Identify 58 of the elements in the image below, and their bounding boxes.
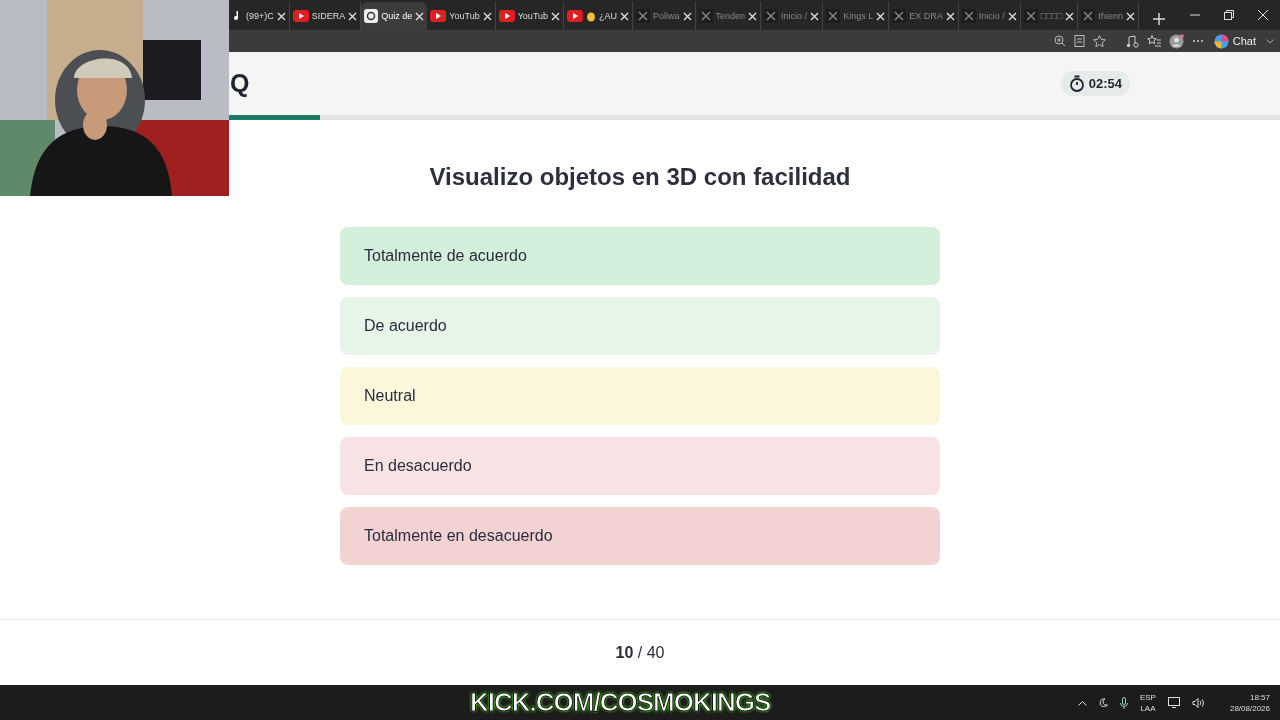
favorites-icon[interactable] [1146,35,1161,47]
x-mark-icon [961,9,976,23]
close-icon[interactable] [1258,10,1268,20]
copilot-icon [1213,33,1229,49]
close-icon[interactable] [276,11,286,21]
chevron-down-icon[interactable] [1266,38,1274,44]
quiz-icon [364,9,379,23]
more-icon[interactable] [1191,39,1204,43]
answer-option[interactable]: Neutral [340,367,940,425]
language-indicator[interactable]: ESP LAA [1139,691,1156,714]
logo-letter: Q [230,69,250,98]
clock[interactable]: 18:57 28/08/2026 [1229,691,1270,714]
play-icon [430,10,447,22]
close-icon[interactable] [620,11,630,21]
answer-option[interactable]: Totalmente en desacuerdo [340,507,940,565]
moon-icon[interactable] [1098,698,1108,707]
stream-overlay-text: KICK.COM/COSMOKINGS [470,687,771,718]
new-tab-icon[interactable] [1152,13,1165,25]
close-icon[interactable] [945,11,955,21]
close-icon[interactable] [348,11,358,21]
answer-option[interactable]: De acuerdo [340,297,940,355]
x-mark-icon [826,9,841,23]
zoom-icon[interactable] [1053,35,1066,47]
chevron-up-icon[interactable] [1077,699,1087,706]
question-counter: 10 / 40 [615,643,665,662]
close-icon[interactable] [551,11,561,21]
stopwatch-icon [1068,75,1085,92]
answer-option[interactable]: En desacuerdo [340,437,940,495]
play-icon [567,10,584,22]
play-icon [498,10,515,22]
restore-icon[interactable] [1224,10,1234,20]
star-icon[interactable] [1092,35,1106,47]
avatar-icon[interactable] [1168,33,1184,49]
question-title: Visualizo objetos en 3D con facilidad [429,163,851,191]
close-icon[interactable] [1065,11,1075,21]
close-icon[interactable] [1007,11,1017,21]
close-icon[interactable] [810,11,820,21]
music-icon[interactable] [1125,34,1139,48]
close-icon[interactable] [415,11,425,21]
timer-text: 02:54 [1088,76,1122,91]
x-mark-icon [892,9,907,23]
x-mark-icon [1023,9,1038,23]
x-mark-icon [764,9,779,23]
answer-option[interactable]: Totalmente de acuerdo [340,227,940,285]
volume-icon[interactable] [1191,697,1204,708]
chat-button[interactable]: Chat [1211,33,1258,49]
x-mark-icon [1081,9,1096,23]
x-mark-icon [636,9,651,23]
reader-icon[interactable] [1073,35,1085,47]
close-icon[interactable] [748,11,758,21]
close-icon[interactable] [1125,11,1135,21]
microphone-icon[interactable] [1119,696,1128,709]
close-icon[interactable] [876,11,886,21]
browser-tab[interactable]: Quiz de [361,2,428,30]
close-icon[interactable] [682,11,692,21]
x-mark-icon [698,9,713,23]
play-icon [292,10,309,22]
close-icon[interactable] [482,11,492,21]
